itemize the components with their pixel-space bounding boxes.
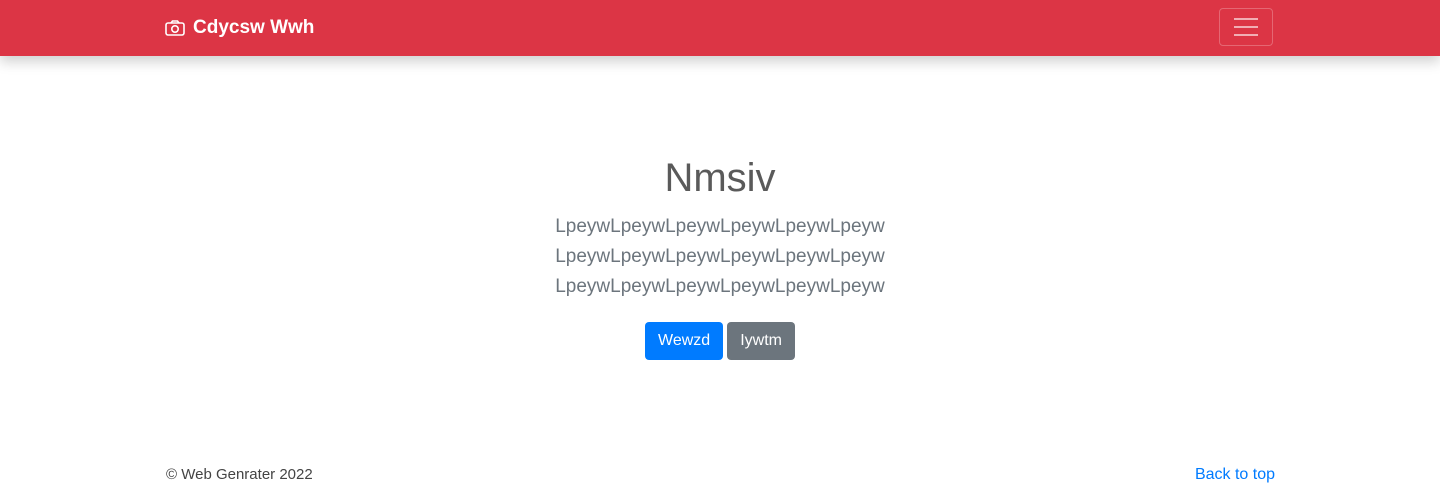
hamburger-icon xyxy=(1234,18,1258,36)
primary-button[interactable]: Wewzd xyxy=(645,322,724,360)
lead-line: LpeywLpeywLpeywLpeywLpeywLpeyw xyxy=(555,216,885,237)
navbar-toggler-button[interactable] xyxy=(1219,8,1273,46)
hero-section: Nmsiv LpeywLpeywLpeywLpeywLpeywLpeyw Lpe… xyxy=(0,150,1440,360)
lead-line: LpeywLpeywLpeywLpeywLpeywLpeyw xyxy=(555,246,885,267)
hero-buttons: Wewzd Iywtm xyxy=(0,322,1440,360)
navbar-brand[interactable]: Cdycsw Wwh xyxy=(165,0,314,56)
back-to-top-link[interactable]: Back to top xyxy=(1195,466,1275,484)
hero-lead: LpeywLpeywLpeywLpeywLpeywLpeyw LpeywLpey… xyxy=(550,212,890,302)
camera-icon xyxy=(165,20,185,36)
hero-title: Nmsiv xyxy=(664,156,776,200)
navbar: Cdycsw Wwh xyxy=(0,0,1440,56)
lead-line: LpeywLpeywLpeywLpeywLpeywLpeyw xyxy=(555,276,885,297)
brand-text: Cdycsw Wwh xyxy=(193,17,315,38)
footer-copyright: © Web Genrater 2022 xyxy=(166,466,313,483)
secondary-button[interactable]: Iywtm xyxy=(727,322,795,360)
